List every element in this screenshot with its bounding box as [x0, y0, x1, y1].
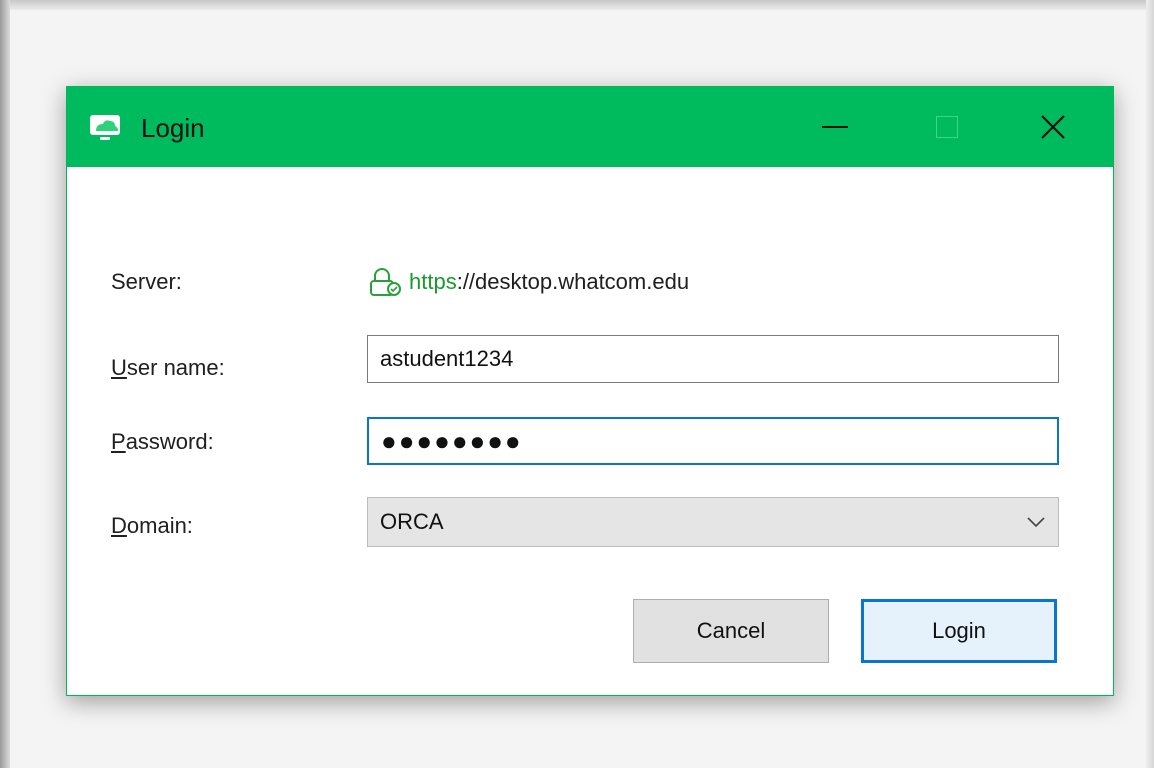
background-left-edge	[0, 0, 10, 768]
domain-label: Domain:	[111, 513, 193, 539]
background-right-edge	[1146, 0, 1154, 768]
chevron-down-icon	[1027, 517, 1045, 528]
username-input[interactable]	[367, 335, 1059, 383]
background-top-edge	[0, 0, 1154, 10]
username-label-rest: ser name:	[126, 355, 225, 380]
maximize-button[interactable]	[919, 101, 975, 153]
server-url: https://desktop.whatcom.edu	[369, 267, 689, 297]
domain-label-accel: D	[111, 513, 127, 538]
domain-label-rest: omain:	[126, 513, 193, 538]
secure-lock-icon	[370, 268, 401, 296]
server-host: ://desktop.whatcom.edu	[456, 269, 690, 294]
password-label-rest: assword:	[125, 429, 214, 454]
close-button[interactable]	[1025, 101, 1081, 153]
minimize-button[interactable]	[807, 101, 863, 153]
title-bar[interactable]: Login	[67, 87, 1113, 167]
maximize-icon	[936, 116, 958, 138]
close-icon	[1041, 115, 1065, 139]
password-label: Password:	[111, 429, 214, 455]
password-input[interactable]	[367, 417, 1059, 465]
server-scheme: https	[409, 269, 457, 294]
domain-selected-value: ORCA	[380, 509, 444, 534]
minimize-icon	[822, 126, 848, 128]
server-label: Server:	[111, 269, 182, 294]
monitor-cloud-icon	[90, 115, 120, 140]
username-label: User name:	[111, 355, 225, 381]
login-button[interactable]: Login	[861, 599, 1057, 663]
window-title: Login	[141, 113, 205, 143]
domain-select[interactable]: ORCA	[367, 497, 1059, 547]
cancel-button[interactable]: Cancel	[633, 599, 829, 663]
password-label-accel: P	[111, 429, 126, 454]
username-label-accel: U	[111, 355, 127, 380]
login-dialog: Login Server: https://desktop.whatcom.ed…	[66, 86, 1114, 696]
